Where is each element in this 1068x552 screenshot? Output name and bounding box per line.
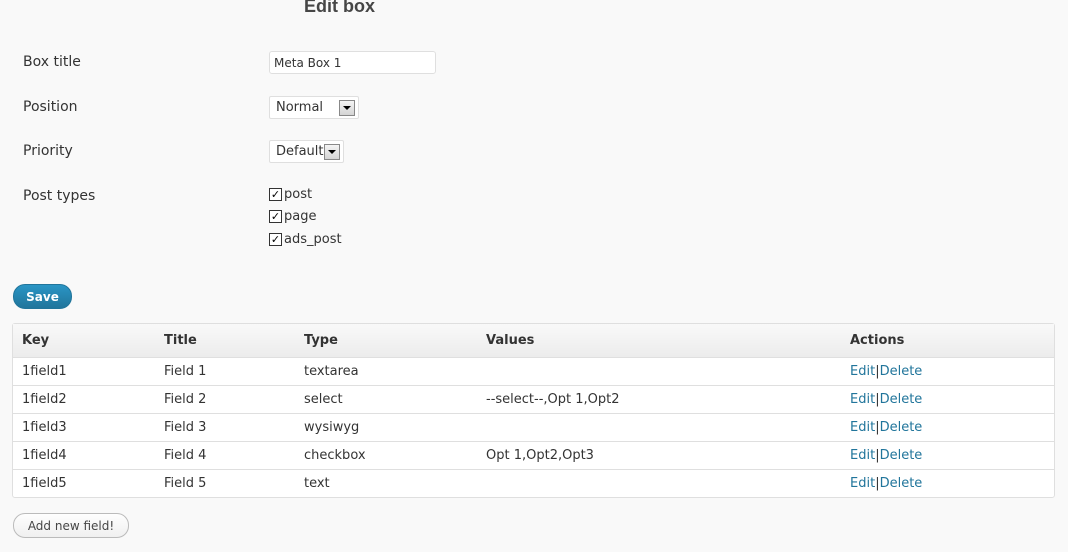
checkbox-checked[interactable]: ✓ bbox=[269, 188, 282, 201]
cell-values: --select--,Opt 1,Opt2 bbox=[477, 386, 841, 414]
checkbox-checked[interactable]: ✓ bbox=[269, 233, 282, 246]
column-header-title: Title bbox=[155, 324, 295, 358]
post-type-option-page[interactable]: ✓ page bbox=[269, 209, 316, 224]
table-row: 1field1 Field 1 textarea Edit|Delete bbox=[13, 358, 1054, 386]
cell-values bbox=[477, 358, 841, 386]
cell-key: 1field3 bbox=[13, 414, 155, 442]
cell-actions: Edit|Delete bbox=[841, 442, 1054, 470]
chevron-down-icon bbox=[339, 99, 355, 116]
column-header-key: Key bbox=[13, 324, 155, 358]
delete-link[interactable]: Delete bbox=[880, 392, 923, 407]
cell-title: Field 1 bbox=[155, 358, 295, 386]
table-row: 1field3 Field 3 wysiwyg Edit|Delete bbox=[13, 414, 1054, 442]
edit-link[interactable]: Edit bbox=[850, 476, 875, 491]
cell-actions: Edit|Delete bbox=[841, 470, 1054, 497]
column-header-actions: Actions bbox=[841, 324, 1054, 358]
position-label: Position bbox=[23, 99, 78, 115]
fields-table: Key Title Type Values Actions 1field1 Fi… bbox=[12, 323, 1055, 498]
cell-type: checkbox bbox=[295, 442, 477, 470]
position-select[interactable]: Normal bbox=[269, 96, 359, 119]
cell-actions: Edit|Delete bbox=[841, 414, 1054, 442]
post-types-label: Post types bbox=[23, 188, 96, 204]
cell-key: 1field1 bbox=[13, 358, 155, 386]
cell-values bbox=[477, 414, 841, 442]
table-header-row: Key Title Type Values Actions bbox=[13, 324, 1054, 358]
priority-label: Priority bbox=[23, 143, 73, 159]
column-header-values: Values bbox=[477, 324, 841, 358]
add-new-field-button[interactable]: Add new field! bbox=[13, 513, 129, 538]
delete-link[interactable]: Delete bbox=[880, 420, 923, 435]
cell-key: 1field4 bbox=[13, 442, 155, 470]
cell-type: wysiwyg bbox=[295, 414, 477, 442]
post-type-option-ads-post[interactable]: ✓ ads_post bbox=[269, 232, 342, 247]
cell-type: textarea bbox=[295, 358, 477, 386]
box-title-label: Box title bbox=[23, 54, 81, 70]
save-button[interactable]: Save bbox=[13, 284, 72, 309]
delete-link[interactable]: Delete bbox=[880, 448, 923, 463]
position-select-value: Normal bbox=[276, 100, 324, 115]
page-title: Edit box bbox=[304, 0, 375, 16]
post-type-label: ads_post bbox=[284, 232, 342, 247]
priority-select[interactable]: Default bbox=[269, 140, 344, 163]
edit-link[interactable]: Edit bbox=[850, 364, 875, 379]
box-title-input[interactable] bbox=[269, 51, 436, 74]
cell-key: 1field2 bbox=[13, 386, 155, 414]
checkbox-checked[interactable]: ✓ bbox=[269, 210, 282, 223]
cell-actions: Edit|Delete bbox=[841, 386, 1054, 414]
cell-title: Field 2 bbox=[155, 386, 295, 414]
cell-key: 1field5 bbox=[22, 476, 67, 491]
delete-link[interactable]: Delete bbox=[880, 476, 923, 491]
post-type-option-post[interactable]: ✓ post bbox=[269, 187, 312, 202]
edit-link[interactable]: Edit bbox=[850, 448, 875, 463]
cell-type: text bbox=[304, 476, 330, 491]
cell-type: select bbox=[295, 386, 477, 414]
post-type-label: post bbox=[284, 187, 313, 202]
cell-title: Field 4 bbox=[155, 442, 295, 470]
priority-select-value: Default bbox=[276, 144, 324, 159]
edit-link[interactable]: Edit bbox=[850, 420, 875, 435]
cell-title: Field 5 bbox=[164, 476, 207, 491]
table-row: 1field5 Field 5 text Edit|Delete bbox=[13, 470, 1054, 497]
column-header-type: Type bbox=[295, 324, 477, 358]
cell-values: Opt 1,Opt2,Opt3 bbox=[477, 442, 841, 470]
cell-title: Field 3 bbox=[155, 414, 295, 442]
delete-link[interactable]: Delete bbox=[880, 364, 923, 379]
table-row: 1field2 Field 2 select --select--,Opt 1,… bbox=[13, 386, 1054, 414]
edit-link[interactable]: Edit bbox=[850, 392, 875, 407]
post-type-label: page bbox=[284, 209, 317, 224]
chevron-down-icon bbox=[324, 143, 340, 160]
cell-values bbox=[477, 470, 841, 497]
table-row: 1field4 Field 4 checkbox Opt 1,Opt2,Opt3… bbox=[13, 442, 1054, 470]
cell-actions: Edit|Delete bbox=[841, 358, 1054, 386]
